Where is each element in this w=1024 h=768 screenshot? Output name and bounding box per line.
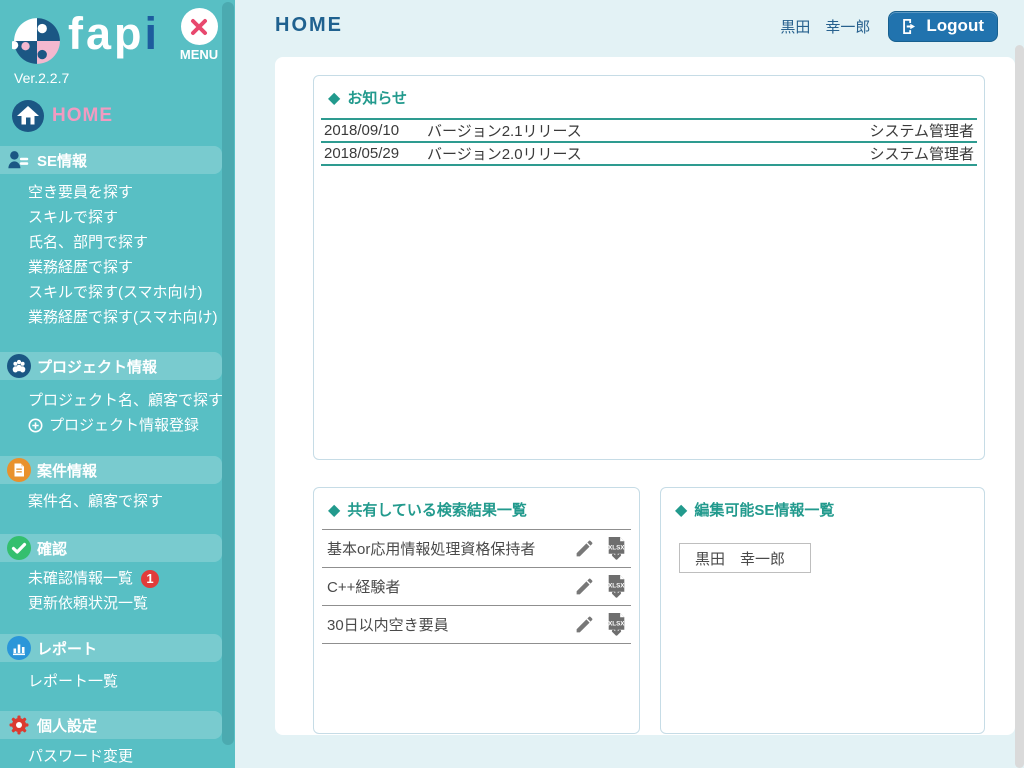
person-id-icon <box>7 148 31 172</box>
section-case-info: 案件情報 <box>0 456 222 484</box>
check-circle-icon <box>7 536 31 560</box>
diamond-icon: ◆ <box>675 500 687 520</box>
section-se-info: SE情報 <box>0 146 222 174</box>
sidebar-item-update-request-list[interactable]: 更新依頼状況一覧 <box>0 591 235 616</box>
home-icon <box>12 100 44 132</box>
shared-result-link[interactable]: C++経験者 <box>322 576 574 597</box>
editable-se-panel: ◆ 編集可能SE情報一覧 黒田 幸一郎 <box>660 487 985 734</box>
section-confirm: 確認 <box>0 534 222 562</box>
notice-text: バージョン2.1リリース <box>427 120 869 141</box>
xlsx-download-icon[interactable]: XLSX <box>604 612 629 637</box>
notices-title: ◆ お知らせ <box>314 76 984 117</box>
editable-se-entry[interactable]: 黒田 幸一郎 <box>679 543 811 573</box>
notice-author: システム管理者 <box>869 120 974 141</box>
document-icon <box>7 458 31 482</box>
notice-date: 2018/09/10 <box>324 122 427 139</box>
page-title: HOME <box>275 14 343 37</box>
edit-pencil-icon[interactable] <box>574 538 595 559</box>
shared-result-row: 基本or応用情報処理資格保持者 XLSX <box>322 530 631 568</box>
sidebar-item-register-project[interactable]: プロジェクト情報登録 <box>0 413 235 438</box>
page-scrollbar[interactable] <box>1015 45 1024 768</box>
shared-result-row: C++経験者 XLSX <box>322 568 631 606</box>
svg-text:XLSX: XLSX <box>608 582 625 589</box>
section-project-info: プロジェクト情報 <box>0 352 222 380</box>
unconfirmed-count-badge: 1 <box>141 570 159 588</box>
edit-pencil-icon[interactable] <box>574 576 595 597</box>
people-group-icon <box>7 354 31 378</box>
bar-chart-icon <box>7 636 31 660</box>
section-report: レポート <box>0 634 222 662</box>
puzzle-logo-icon <box>12 16 62 66</box>
app-logo: fapi <box>12 6 160 66</box>
xlsx-download-icon[interactable]: XLSX <box>604 536 629 561</box>
sidebar-item-search-case[interactable]: 案件名、顧客で探す <box>0 489 235 514</box>
notice-author: システム管理者 <box>869 143 974 164</box>
shared-result-link[interactable]: 30日以内空き要員 <box>322 614 574 635</box>
menu-close-button[interactable]: MENU <box>176 8 222 62</box>
notice-date: 2018/05/29 <box>324 145 427 162</box>
sidebar: fapi MENU Ver.2.2.7 HOME SE情報 <box>0 0 235 768</box>
notice-row: 2018/09/10 バージョン2.1リリース システム管理者 <box>321 120 977 143</box>
sidebar-item-search-by-history[interactable]: 業務経歴で探す <box>0 255 235 280</box>
xlsx-download-icon[interactable]: XLSX <box>604 574 629 599</box>
diamond-icon: ◆ <box>328 88 340 108</box>
notice-text: バージョン2.0リリース <box>427 143 869 164</box>
svg-text:XLSX: XLSX <box>608 544 625 551</box>
sidebar-item-search-project[interactable]: プロジェクト名、顧客で探す <box>0 388 235 413</box>
notices-panel: ◆ お知らせ 2018/09/10 バージョン2.1リリース システム管理者 2… <box>313 75 985 460</box>
sidebar-item-search-by-skill[interactable]: スキルで探す <box>0 205 235 230</box>
logout-button[interactable]: Logout <box>888 11 998 42</box>
shared-results-panel: ◆ 共有している検索結果一覧 基本or応用情報処理資格保持者 XLSX <box>313 487 640 734</box>
logout-door-icon <box>900 17 919 36</box>
sidebar-item-search-by-name-dept[interactable]: 氏名、部門で探す <box>0 230 235 255</box>
close-icon <box>187 15 211 39</box>
app-name: fapi <box>68 6 160 62</box>
sidebar-item-search-by-history-mobile[interactable]: 業務経歴で探す(スマホ向け) <box>0 305 235 330</box>
sidebar-item-search-by-skill-mobile[interactable]: スキルで探す(スマホ向け) <box>0 280 235 305</box>
svg-text:XLSX: XLSX <box>608 620 625 627</box>
edit-pencil-icon[interactable] <box>574 614 595 635</box>
sidebar-item-unconfirmed-list[interactable]: 未確認情報一覧 1 <box>0 566 235 591</box>
sidebar-item-search-available[interactable]: 空き要員を探す <box>0 180 235 205</box>
logged-in-user: 黒田 幸一郎 <box>780 16 870 37</box>
shared-results-title: ◆ 共有している検索結果一覧 <box>314 488 639 529</box>
gear-icon <box>7 713 31 737</box>
diamond-icon: ◆ <box>328 500 340 520</box>
main-content-card: ◆ お知らせ 2018/09/10 バージョン2.1リリース システム管理者 2… <box>275 57 1015 735</box>
shared-result-link[interactable]: 基本or応用情報処理資格保持者 <box>322 538 574 559</box>
sidebar-item-report-list[interactable]: レポート一覧 <box>0 669 235 694</box>
app-version: Ver.2.2.7 <box>14 70 69 86</box>
sidebar-scrollbar[interactable] <box>222 2 234 745</box>
editable-se-title: ◆ 編集可能SE情報一覧 <box>661 488 984 529</box>
plus-circle-icon <box>28 418 43 433</box>
notice-row: 2018/05/29 バージョン2.0リリース システム管理者 <box>321 143 977 166</box>
shared-result-row: 30日以内空き要員 XLSX <box>322 606 631 644</box>
sidebar-item-change-password[interactable]: パスワード変更 <box>0 744 235 768</box>
section-personal-settings: 個人設定 <box>0 711 222 739</box>
sidebar-item-home[interactable]: HOME <box>12 100 113 132</box>
